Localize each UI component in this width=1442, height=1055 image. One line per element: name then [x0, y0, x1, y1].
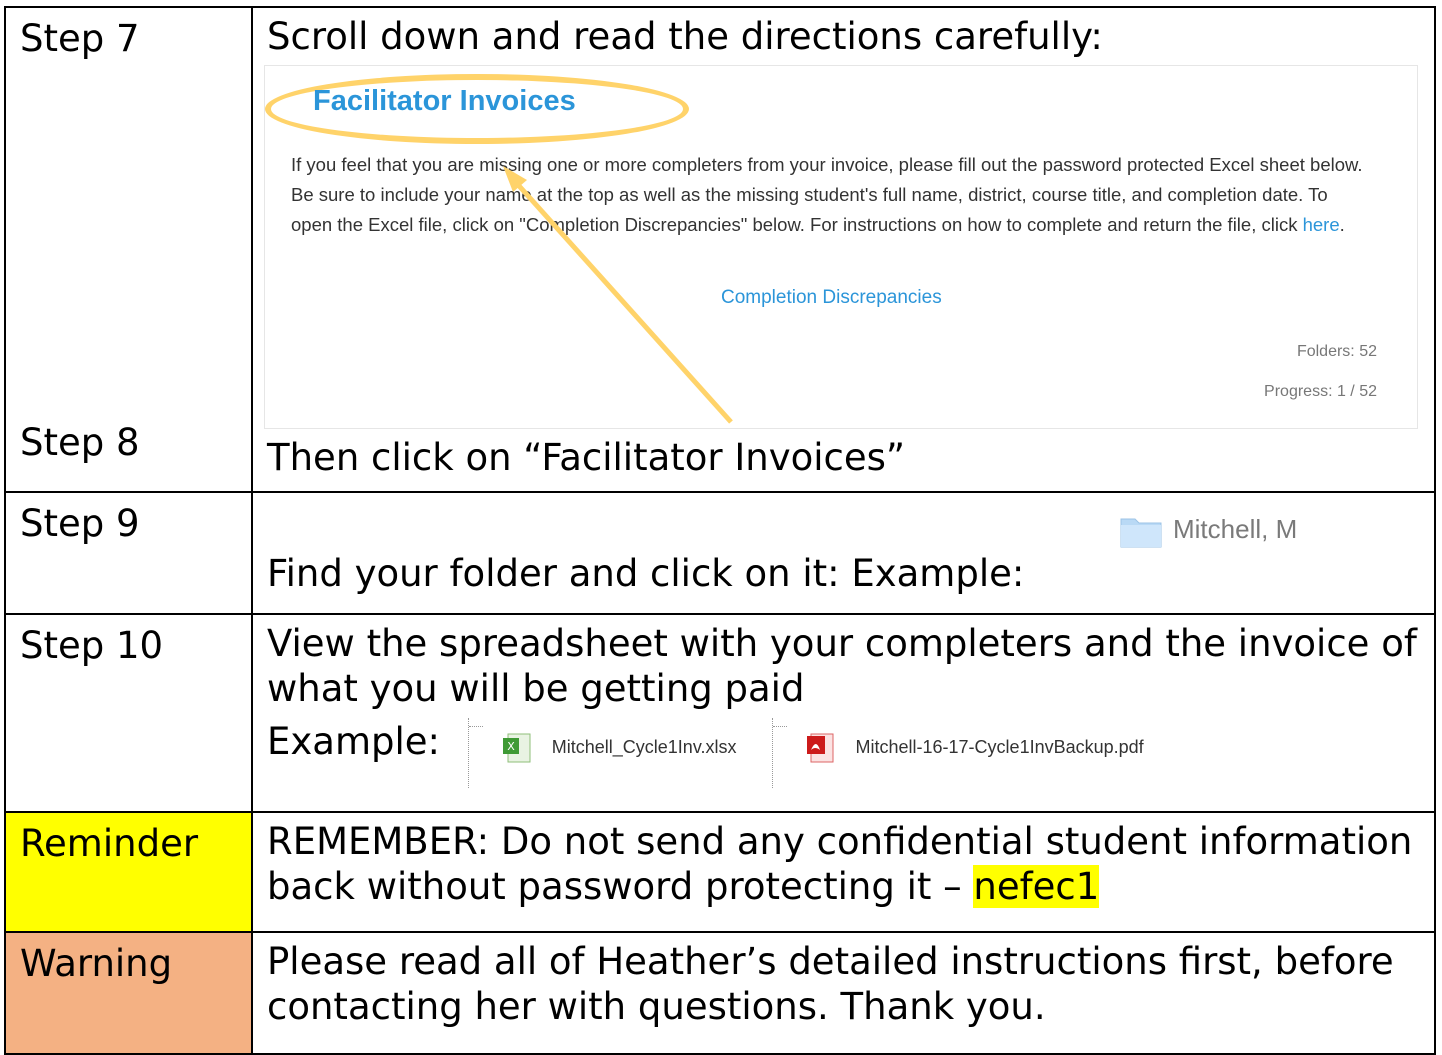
facilitator-invoices-screenshot: Facilitator Invoices If you feel that yo… [264, 65, 1418, 430]
label-cell-reminder: Reminder [4, 811, 253, 933]
folder-example-name: Mitchell, M [1173, 513, 1298, 544]
row-step-10: Step 10 View the spreadsheet with your c… [4, 613, 1436, 813]
step-7-text: Scroll down and read the directions care… [267, 15, 1103, 58]
pointer-arrow [503, 166, 733, 424]
warning-text: Please read all of Heather’s detailed in… [267, 940, 1394, 1029]
row-warning: Warning Please read all of Heather’s det… [4, 931, 1436, 1055]
step-9-label: Step 9 [20, 502, 140, 545]
content-cell-reminder: REMEMBER: Do not send any confidential s… [251, 811, 1436, 933]
step-7-label: Step 7 [20, 17, 140, 60]
content-cell-step-9: Mitchell, M Find your folder and click o… [251, 491, 1436, 615]
row-step-7-8: Step 7 Step 8 Scroll down and read the d… [4, 6, 1436, 493]
label-cell-warning: Warning [4, 931, 253, 1055]
password-highlight: nefec1 [973, 865, 1100, 909]
file-name-xlsx: Mitchell_Cycle1Inv.xlsx [551, 737, 737, 758]
label-cell-step-9: Step 9 [4, 491, 253, 615]
step-10-text: View the spreadsheet with your completer… [267, 622, 1417, 711]
example-label: Example: [267, 720, 440, 764]
warning-label: Warning [20, 942, 173, 985]
content-cell-step-10: View the spreadsheet with your completer… [251, 613, 1436, 813]
folder-icon [1120, 518, 1162, 548]
step-10-example-line: Example: X Mitchell_Cycle1Inv.xlsx Mitch… [267, 718, 1434, 789]
file-item-xlsx[interactable]: X Mitchell_Cycle1Inv.xlsx [467, 718, 737, 789]
row-step-9: Step 9 Mitchell, M Find your folder and … [4, 491, 1436, 615]
row-reminder: Reminder REMEMBER: Do not send any confi… [4, 811, 1436, 933]
instructions-table: Step 7 Step 8 Scroll down and read the d… [4, 6, 1436, 1055]
step-8-text: Then click on “Facilitator Invoices” [267, 436, 906, 480]
step-9-text: Find your folder and click on it: Exampl… [267, 552, 1025, 595]
tree-line [771, 718, 793, 789]
content-cell-step-7-8: Scroll down and read the directions care… [251, 6, 1436, 493]
file-list: X Mitchell_Cycle1Inv.xlsx Mitchell-16-17… [467, 718, 1174, 789]
reminder-label: Reminder [20, 822, 199, 865]
label-cell-step-10: Step 10 [4, 613, 253, 813]
content-cell-warning: Please read all of Heather’s detailed in… [251, 931, 1436, 1055]
svg-text:X: X [507, 740, 515, 753]
tree-line [467, 718, 489, 789]
label-cell-step-7-8: Step 7 Step 8 [4, 6, 253, 493]
step-8-label: Step 8 [20, 421, 140, 464]
reminder-text: REMEMBER: Do not send any confidential s… [267, 820, 1413, 909]
file-name-pdf: Mitchell-16-17-Cycle1InvBackup.pdf [855, 737, 1144, 758]
excel-file-icon: X [502, 733, 531, 763]
pdf-file-icon [806, 733, 834, 763]
step-10-label: Step 10 [20, 624, 164, 667]
folder-example[interactable]: Mitchell, M [1119, 513, 1297, 549]
file-item-pdf[interactable]: Mitchell-16-17-Cycle1InvBackup.pdf [771, 718, 1144, 789]
